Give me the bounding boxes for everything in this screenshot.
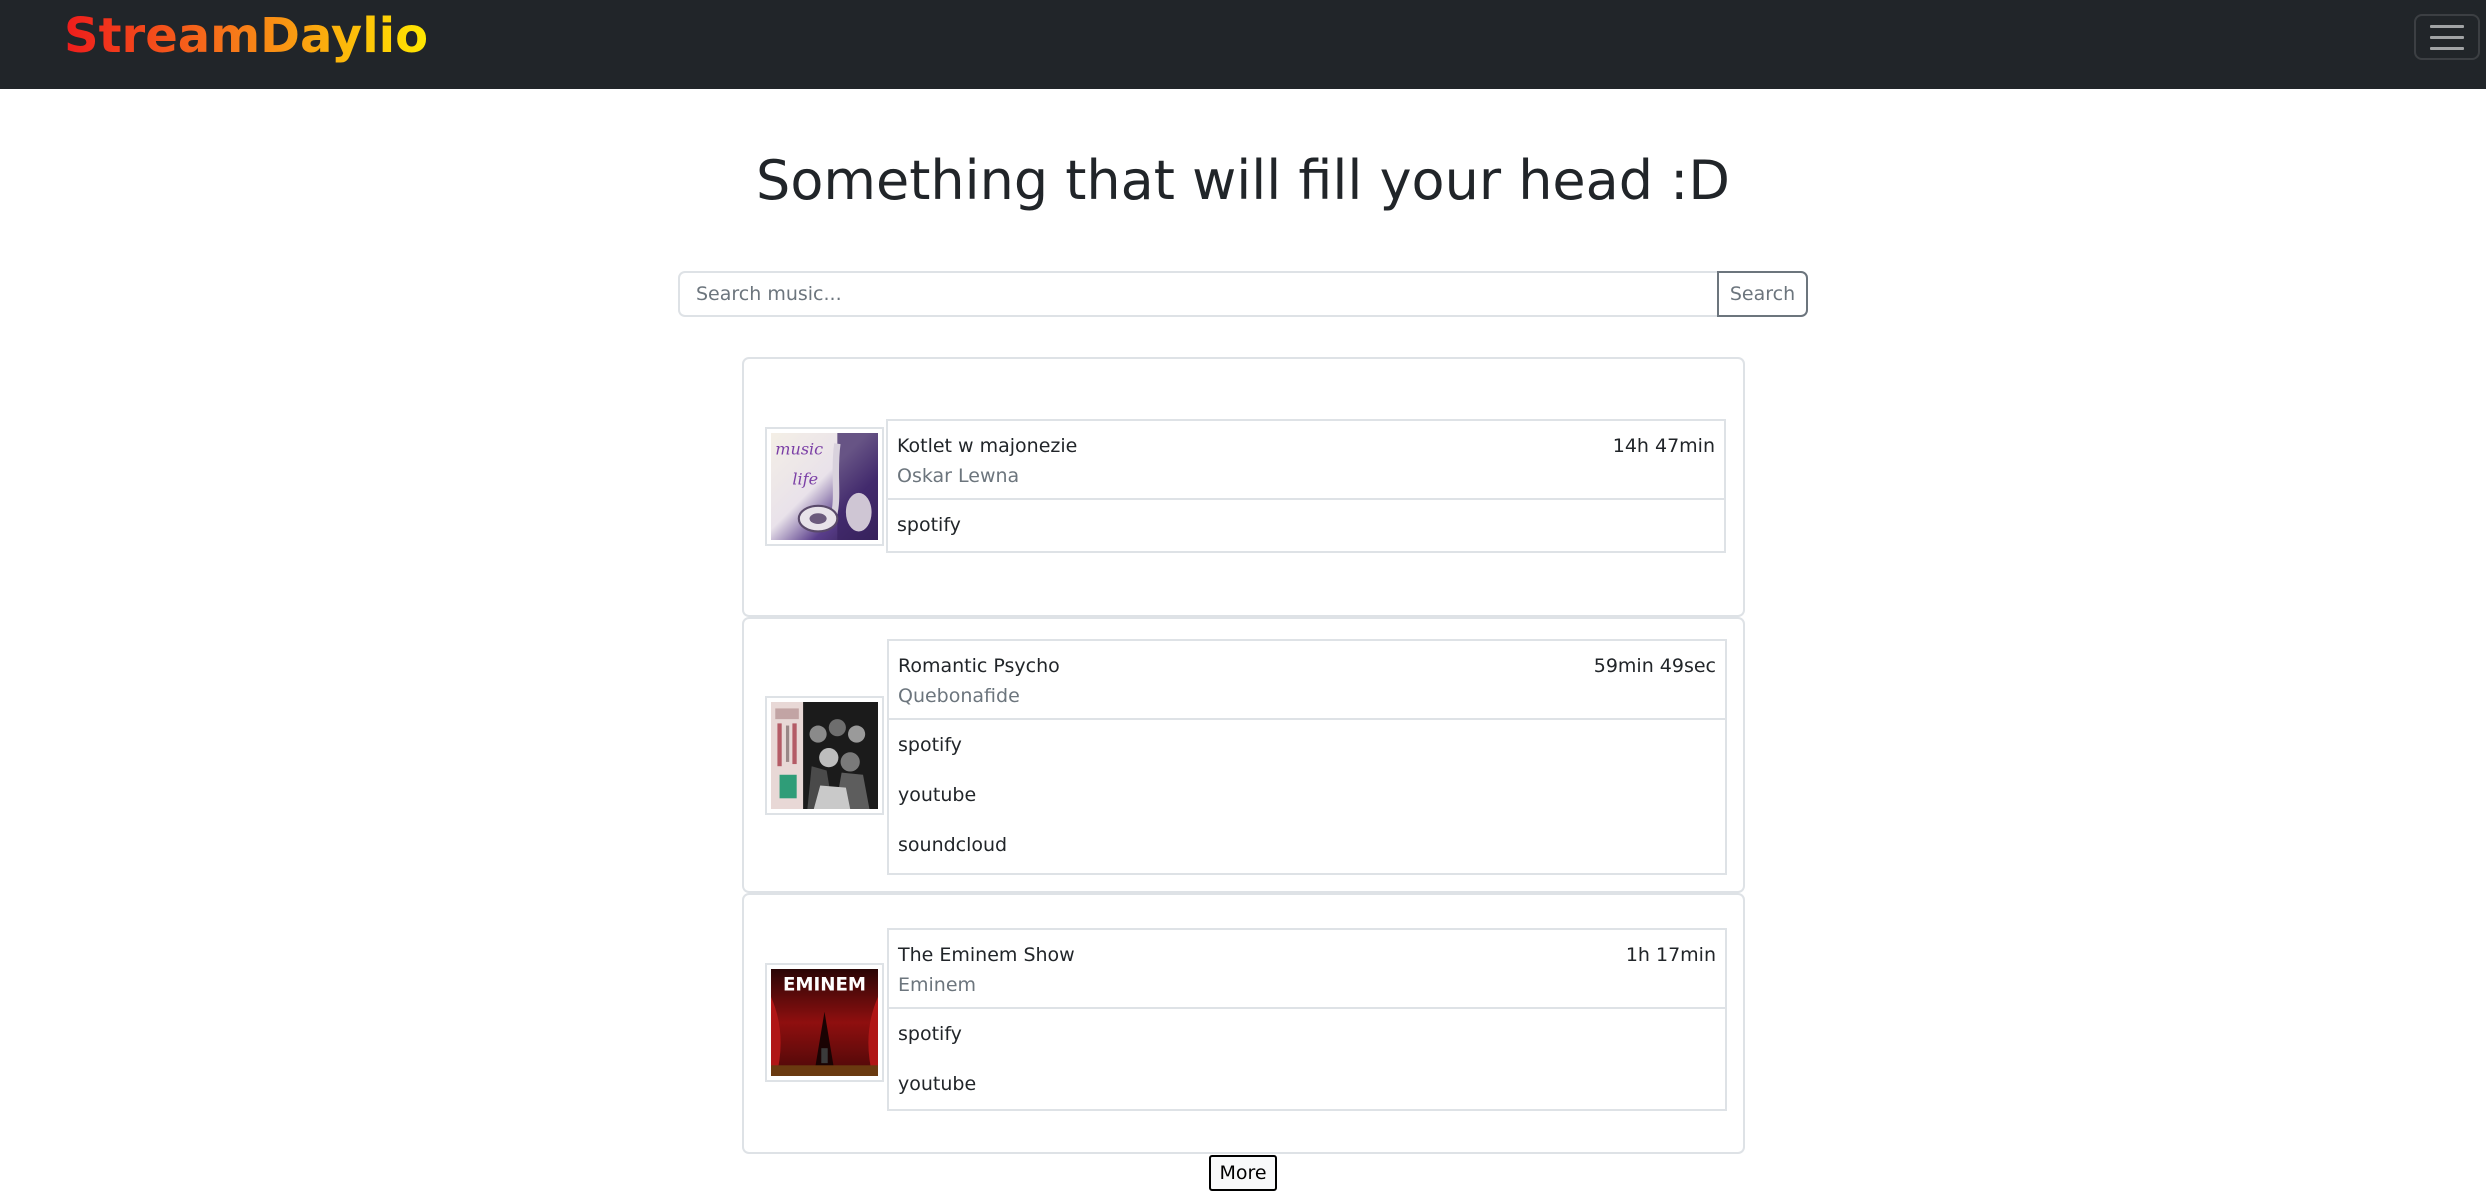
navbar: StreamDaylio [0,0,2486,89]
more-button[interactable]: More [1209,1155,1277,1191]
source-link-soundcloud[interactable]: soundcloud [889,820,1725,870]
album-cover-eminem-show-icon: EMINEM [771,969,878,1076]
album-card: EMINEM The Eminem Show Eminem 1h 17min s… [742,893,1745,1154]
album-cover[interactable]: music life [765,427,884,546]
brand-logo[interactable]: StreamDaylio [64,6,428,66]
album-info: The Eminem Show Eminem 1h 17min spotify … [887,928,1727,1111]
album-header: Romantic Psycho Quebonafide 59min 49sec [889,641,1725,720]
source-link-spotify[interactable]: spotify [889,720,1725,770]
album-cover[interactable] [765,696,884,815]
album-card: music life Kotlet w majonezie Oskar Lewn… [742,357,1745,617]
svg-text:life: life [792,469,818,488]
source-link-youtube[interactable]: youtube [889,1059,1725,1109]
hamburger-menu-icon [2430,24,2464,50]
album-card: Romantic Psycho Quebonafide 59min 49sec … [742,617,1745,893]
album-title[interactable]: The Eminem Show [898,941,1075,969]
album-artist: Eminem [898,974,977,996]
album-header: Kotlet w majonezie Oskar Lewna 14h 47min [888,421,1724,500]
album-artist: Quebonafide [898,685,1020,707]
album-cover-earphones-icon: music life [771,433,878,540]
svg-text:music: music [775,439,823,458]
album-info: Romantic Psycho Quebonafide 59min 49sec … [887,639,1727,875]
source-link-youtube[interactable]: youtube [889,770,1725,820]
album-cover[interactable]: EMINEM [765,963,884,1082]
album-duration: 1h 17min [1625,944,1716,966]
album-title[interactable]: Romantic Psycho [898,652,1060,680]
album-cover-group-photo-icon [771,702,878,809]
album-title[interactable]: Kotlet w majonezie [897,432,1077,460]
album-duration: 14h 47min [1612,435,1715,457]
menu-toggle-button[interactable] [2414,14,2480,60]
album-artist: Oskar Lewna [897,465,1020,487]
source-link-spotify[interactable]: spotify [889,1009,1725,1059]
album-duration: 59min 49sec [1593,655,1716,677]
search-input[interactable] [678,271,1718,317]
source-link-spotify[interactable]: spotify [888,500,1724,550]
album-header: The Eminem Show Eminem 1h 17min [889,930,1725,1009]
search-button[interactable]: Search [1717,271,1808,317]
album-info: Kotlet w majonezie Oskar Lewna 14h 47min… [886,419,1726,553]
album-cover-text: EMINEM [783,974,866,995]
page-heading: Something that will fill your head :D [756,149,1730,212]
